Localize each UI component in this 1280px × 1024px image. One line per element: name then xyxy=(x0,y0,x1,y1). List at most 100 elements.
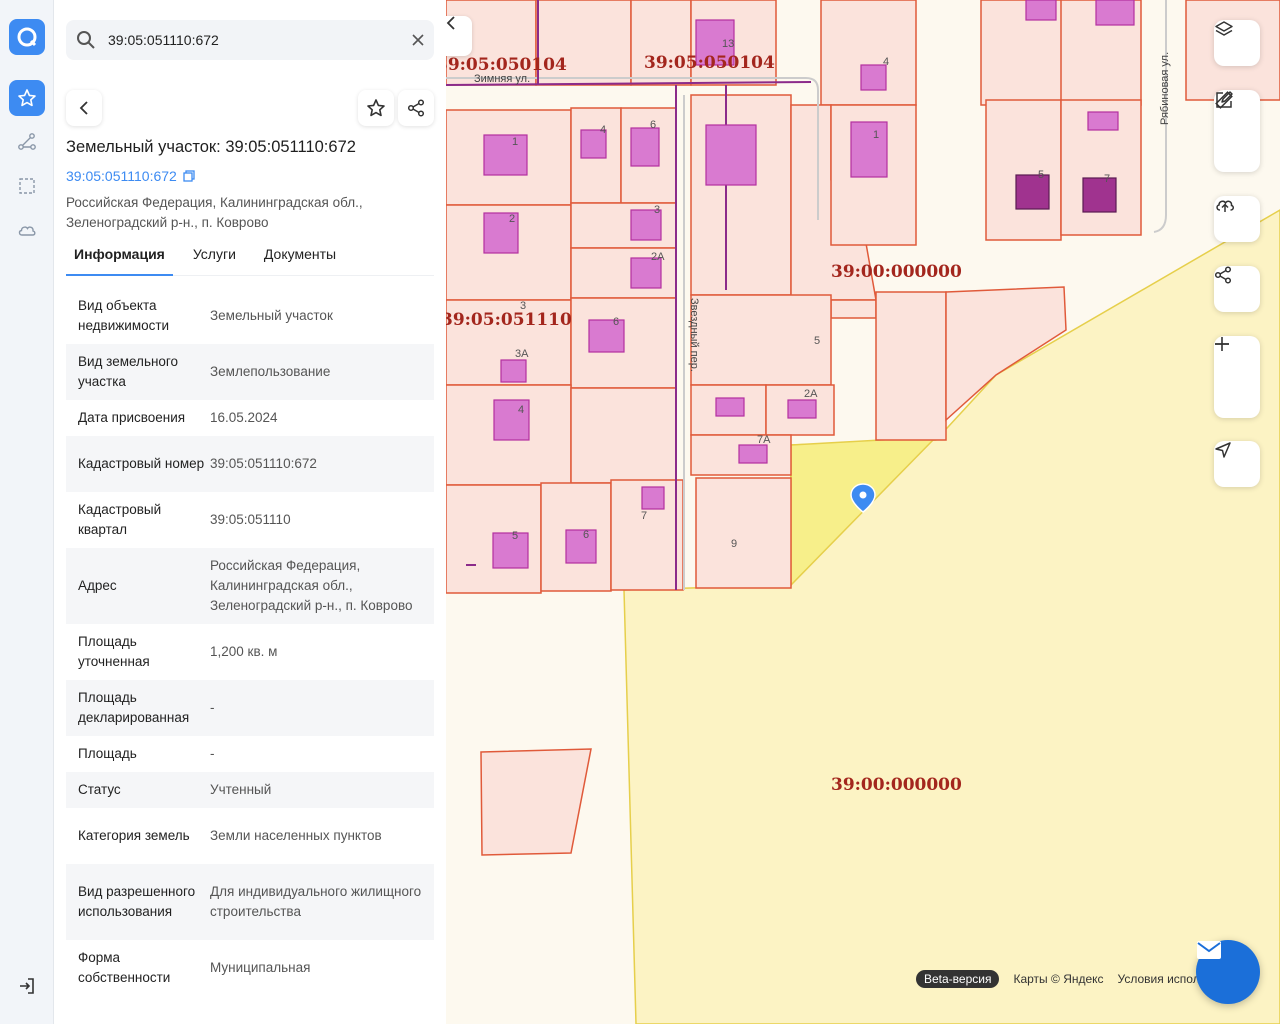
cloud-upload-icon xyxy=(1216,200,1234,212)
tab-documents[interactable]: Документы xyxy=(256,240,344,276)
info-value: - xyxy=(210,746,215,761)
object-address: Российская Федерация, Калининградская об… xyxy=(66,193,426,233)
share-icon xyxy=(1214,266,1232,284)
share-button[interactable] xyxy=(398,90,434,126)
favorites-icon[interactable] xyxy=(9,80,45,116)
zoom-out-icon[interactable] xyxy=(1214,336,1230,352)
chevron-left-icon xyxy=(79,101,88,115)
info-key: Площадь декларированная xyxy=(78,690,190,725)
logout-icon[interactable] xyxy=(9,968,45,1004)
info-row: Площадь уточненная 1,200 кв. м xyxy=(66,624,434,680)
info-row: Площадь - xyxy=(66,736,434,772)
app-logo-icon[interactable] xyxy=(9,19,45,55)
layers-button[interactable] xyxy=(1214,20,1260,66)
star-icon xyxy=(367,99,385,117)
plot-number: 6 xyxy=(613,316,619,328)
street-label: Рябиновая ул. xyxy=(1159,52,1171,125)
info-value: Земли населенных пунктов xyxy=(210,828,382,843)
plot-number: 7 xyxy=(1104,173,1110,185)
info-key: Кадастровый номер xyxy=(78,456,205,471)
quarter-label: 39:05:050104 xyxy=(446,55,567,75)
tab-services[interactable]: Услуги xyxy=(185,240,244,276)
edit-icon[interactable] xyxy=(1214,90,1234,110)
area-select-icon[interactable] xyxy=(9,168,45,204)
info-value: Землепользование xyxy=(210,364,331,379)
plot-number: 4 xyxy=(600,124,606,136)
panel-toolbar xyxy=(66,90,434,126)
zoom-controls xyxy=(1214,336,1260,418)
page-title: Земельный участок: 39:05:051110:672 xyxy=(66,138,356,156)
plot-number: 13 xyxy=(722,38,734,50)
collapse-panel-button[interactable] xyxy=(446,16,472,56)
navigation-arrow-icon xyxy=(1215,442,1231,458)
info-key: Площадь уточненная xyxy=(78,634,150,669)
plot-number: 7 xyxy=(641,510,647,522)
info-row: Вид земельного участка Землепользование xyxy=(66,344,434,400)
info-panel: 39:05:051110:672 Земельный участок: 39:0… xyxy=(54,0,446,1024)
chevron-left-icon xyxy=(446,16,455,30)
search-bar: 39:05:051110:672 xyxy=(66,20,434,60)
back-button[interactable] xyxy=(66,90,102,126)
quarter-label: 39:05:051110 xyxy=(446,310,572,330)
search-input[interactable]: 39:05:051110:672 xyxy=(108,32,412,48)
info-key: Адрес xyxy=(78,578,117,593)
terms-link[interactable]: Условия исполь xyxy=(1118,972,1206,986)
measure-tools-group xyxy=(1214,90,1260,172)
info-value: Муниципальная xyxy=(210,960,311,975)
beta-badge: Beta-версия xyxy=(916,970,1000,988)
info-key: Дата присвоения xyxy=(78,410,186,425)
info-row: Статус Учтенный xyxy=(66,772,434,808)
clear-search-icon[interactable] xyxy=(412,34,424,46)
cadastral-number-link[interactable]: 39:05:051110:672 xyxy=(66,168,195,184)
info-value: - xyxy=(210,700,215,715)
layers-icon xyxy=(1215,21,1233,36)
info-key: Категория земель xyxy=(78,828,190,843)
plot-number: 9 xyxy=(731,538,737,550)
info-key: Площадь xyxy=(78,746,137,761)
mail-icon xyxy=(1197,941,1221,959)
left-rail xyxy=(0,0,54,1024)
plot-number: 4 xyxy=(883,56,889,68)
plot-number: 5 xyxy=(1038,169,1044,181)
info-row: Вид объекта недвижимости Земельный участо… xyxy=(66,288,434,344)
info-value: 1,200 кв. м xyxy=(210,644,278,659)
search-icon xyxy=(77,31,95,49)
info-key: Вид земельного участка xyxy=(78,354,179,389)
plot-number: 3А xyxy=(515,348,529,360)
tab-information[interactable]: Информация xyxy=(66,240,173,276)
cadastral-map[interactable]: 39:05:050104 39:05:050104 39:05:051110 3… xyxy=(446,0,1280,1024)
info-key: Форма собственности xyxy=(78,950,171,985)
info-key: Вид объекта недвижимости xyxy=(78,298,170,333)
quarter-label: 39:05:050104 xyxy=(644,53,775,73)
tab-bar: Информация Услуги Документы xyxy=(66,240,434,276)
plot-number: 7А xyxy=(757,434,771,446)
map-share-button[interactable] xyxy=(1214,266,1260,312)
map-canvas[interactable]: 39:05:050104 39:05:050104 39:05:051110 3… xyxy=(446,0,1280,1024)
plot-number: 5 xyxy=(512,530,518,542)
cadastral-number-text[interactable]: 39:05:051110:672 xyxy=(66,168,177,184)
street-label: Зимняя ул. xyxy=(474,73,530,85)
info-key: Статус xyxy=(78,782,121,797)
info-row: Дата присвоения 16.05.2024 xyxy=(66,400,434,436)
map-footer: Beta-версия Карты © Яндекс Условия испол… xyxy=(916,970,1206,988)
maps-copyright[interactable]: Карты © Яндекс xyxy=(1013,972,1103,986)
plot-number: 2А xyxy=(804,388,818,400)
info-row: Форма собственности Муниципальная xyxy=(66,940,434,996)
address-line: Зеленоградский р-н., п. Коврово xyxy=(66,215,269,230)
quarter-label: 39:00:000000 xyxy=(831,262,962,282)
info-value: 16.05.2024 xyxy=(210,410,278,425)
info-key: Вид разрешенного использования xyxy=(78,884,196,919)
add-to-favorites-button[interactable] xyxy=(358,90,394,126)
route-icon[interactable] xyxy=(9,124,45,160)
my-location-button[interactable] xyxy=(1214,441,1260,487)
plot-number: 2 xyxy=(509,213,515,225)
quarter-label: 39:00:000000 xyxy=(831,775,962,795)
copy-icon[interactable] xyxy=(183,170,195,182)
upload-button[interactable] xyxy=(1214,196,1260,242)
info-table: Вид объекта недвижимости Земельный участо… xyxy=(66,288,434,1002)
info-row: Адрес Российская Федерация, Калининградск… xyxy=(66,548,434,624)
plot-number: 1 xyxy=(873,129,879,141)
cloud-icon[interactable] xyxy=(9,212,45,248)
feedback-mail-button[interactable] xyxy=(1196,940,1260,1004)
plot-number: 3 xyxy=(654,204,660,216)
